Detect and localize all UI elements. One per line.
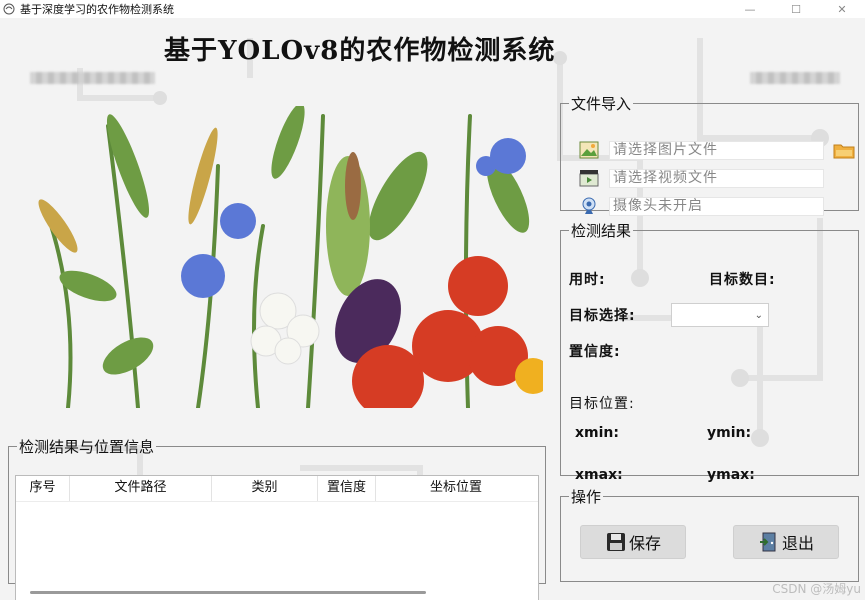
camera-row: 摄像头未开启 xyxy=(579,196,824,216)
column-header-index[interactable]: 序号 xyxy=(16,476,70,501)
image-icon[interactable] xyxy=(579,140,599,160)
results-table-group: 检测结果与位置信息 序号 文件路径 类别 置信度 坐标位置 xyxy=(8,436,546,600)
file-import-legend: 文件导入 xyxy=(571,95,632,113)
ymax-label: ymax: xyxy=(707,467,755,483)
camera-status-field[interactable]: 摄像头未开启 xyxy=(609,196,824,216)
operations-legend: 操作 xyxy=(571,488,602,506)
horizontal-scrollbar[interactable] xyxy=(30,591,426,594)
file-import-group: 文件导入 请选择图片文件 请选择视频文件 摄像头未开启 xyxy=(560,93,859,216)
target-select-label: 目标选择: xyxy=(569,308,636,324)
exit-door-icon xyxy=(759,532,776,552)
column-header-class[interactable]: 类别 xyxy=(212,476,318,501)
operations-group: 操作 保存 退出 xyxy=(560,486,859,582)
image-file-field[interactable]: 请选择图片文件 xyxy=(609,140,824,160)
blurred-text-left xyxy=(30,72,155,84)
crop-hero-image xyxy=(8,106,543,408)
exit-button-label: 退出 xyxy=(781,534,814,553)
save-icon xyxy=(606,533,625,551)
save-button[interactable]: 保存 xyxy=(580,525,686,559)
folder-icon[interactable] xyxy=(833,140,855,160)
column-header-file-path[interactable]: 文件路径 xyxy=(70,476,212,501)
video-icon[interactable] xyxy=(579,168,599,188)
target-select-dropdown[interactable]: ⌄ xyxy=(671,303,769,327)
camera-icon[interactable] xyxy=(579,196,599,216)
app-icon xyxy=(3,3,15,15)
maximize-button[interactable]: ☐ xyxy=(773,0,819,18)
blurred-text-right xyxy=(750,72,840,84)
image-file-row: 请选择图片文件 xyxy=(579,140,824,160)
confidence-label: 置信度: xyxy=(569,344,621,360)
window-title: 基于深度学习的农作物检测系统 xyxy=(20,3,174,16)
detection-result-legend: 检测结果 xyxy=(571,222,632,240)
video-file-field[interactable]: 请选择视频文件 xyxy=(609,168,824,188)
watermark: CSDN @汤姆yu xyxy=(772,582,861,596)
target-count-label: 目标数目: xyxy=(709,272,776,288)
detection-result-group: 检测结果 用时: 目标数目: 目标选择: ⌄ 置信度: 目标位置: xmin: … xyxy=(560,220,859,483)
time-label: 用时: xyxy=(569,272,606,288)
table-header: 序号 文件路径 类别 置信度 坐标位置 xyxy=(16,476,538,502)
target-position-label: 目标位置: xyxy=(569,396,635,412)
close-button[interactable]: ✕ xyxy=(819,0,865,18)
page-title: 基于YOLOv8的农作物检测系统 xyxy=(164,36,556,66)
xmin-label: xmin: xyxy=(575,425,619,441)
window-titlebar: 基于深度学习的农作物检测系统 — ☐ ✕ xyxy=(0,0,865,18)
ymin-label: ymin: xyxy=(707,425,752,441)
minimize-button[interactable]: — xyxy=(727,0,773,18)
exit-button[interactable]: 退出 xyxy=(733,525,839,559)
video-file-row: 请选择视频文件 xyxy=(579,168,824,188)
chevron-down-icon: ⌄ xyxy=(754,309,763,321)
column-header-confidence[interactable]: 置信度 xyxy=(318,476,376,501)
xmax-label: xmax: xyxy=(575,467,623,483)
column-header-coordinates[interactable]: 坐标位置 xyxy=(376,476,536,501)
results-table-legend: 检测结果与位置信息 xyxy=(19,438,155,456)
results-table[interactable]: 序号 文件路径 类别 置信度 坐标位置 xyxy=(15,475,539,600)
save-button-label: 保存 xyxy=(628,534,661,553)
